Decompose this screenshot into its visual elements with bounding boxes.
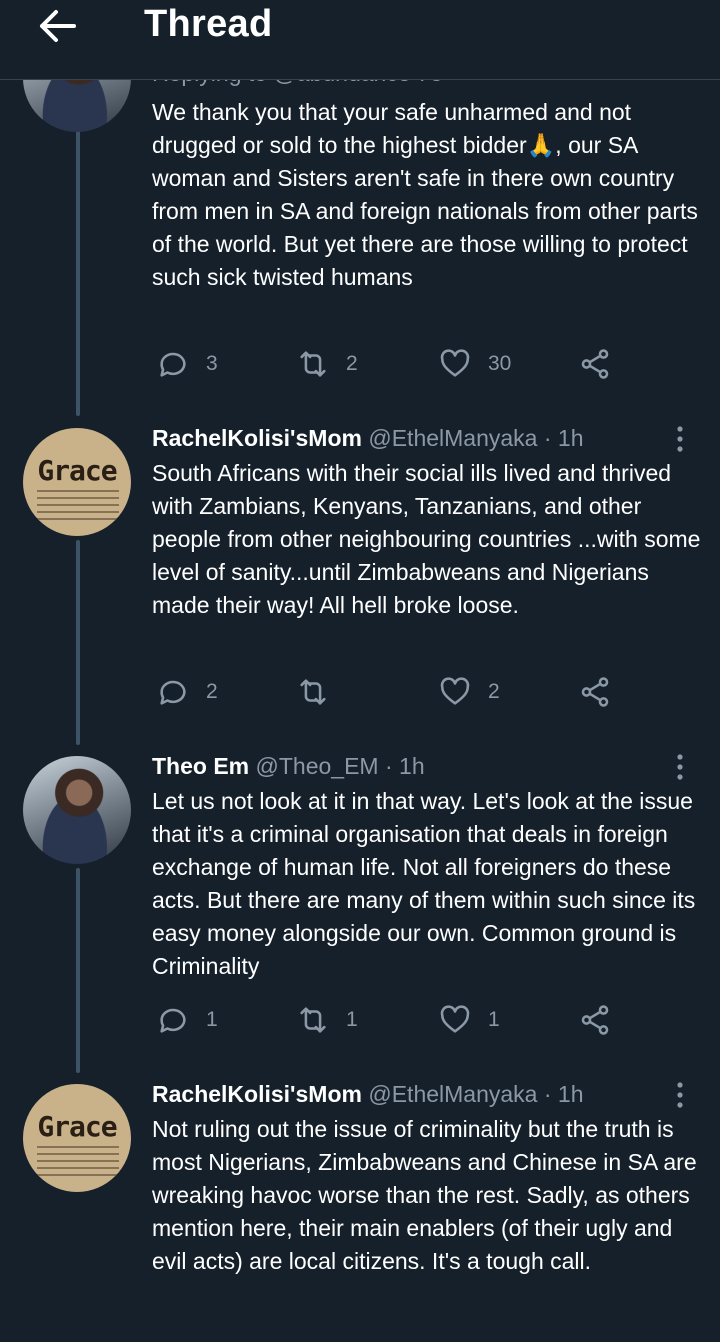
- reply-count: 1: [206, 1008, 218, 1031]
- tweet-text: Not ruling out the issue of criminality …: [152, 1116, 697, 1274]
- avatar-text: Grace: [37, 454, 117, 487]
- like-button[interactable]: 1: [438, 1002, 500, 1038]
- tweet-header: RachelKolisi'sMom @EthelManyaka · 1h: [152, 425, 584, 452]
- thread-line: [76, 540, 80, 745]
- user-handle[interactable]: @Theo_EM: [256, 753, 379, 779]
- avatar[interactable]: Grace: [23, 1084, 131, 1192]
- share-icon: [581, 1005, 609, 1035]
- display-name[interactable]: RachelKolisi'sMom: [152, 1081, 362, 1107]
- tweet-time: · 1h: [543, 1081, 584, 1107]
- retweet-count: 2: [346, 352, 358, 375]
- reply-count: 3: [206, 352, 218, 375]
- user-handle[interactable]: @EthelManyaka: [368, 1081, 537, 1107]
- more-vertical-icon[interactable]: [670, 1081, 690, 1109]
- tweet-actions: 2 2: [156, 674, 626, 710]
- tweet-actions: 3 2 30: [156, 346, 626, 382]
- like-icon: [440, 677, 470, 705]
- avatar-text: Grace: [37, 1110, 117, 1143]
- reply-icon: [160, 680, 186, 705]
- like-icon: [440, 1005, 470, 1033]
- share-button[interactable]: [578, 346, 612, 382]
- share-icon: [581, 349, 609, 379]
- tweet-time: · 1h: [543, 425, 584, 451]
- tweet-text: South Africans with their social ills li…: [152, 460, 701, 618]
- thread-line: [76, 868, 80, 1073]
- page-title: Thread: [144, 3, 273, 45]
- reply-icon: [160, 1008, 186, 1033]
- display-name[interactable]: RachelKolisi'sMom: [152, 425, 362, 451]
- scroll-edge: [0, 1336, 720, 1342]
- retweet-button[interactable]: 2: [296, 346, 358, 382]
- reply-button[interactable]: 1: [156, 1002, 218, 1038]
- top-bar: Thread: [0, 0, 720, 80]
- user-handle[interactable]: @EthelManyaka: [368, 425, 537, 451]
- more-vertical-icon[interactable]: [670, 753, 690, 781]
- like-icon: [440, 349, 470, 377]
- like-button[interactable]: 30: [438, 346, 511, 382]
- more-vertical-icon[interactable]: [670, 425, 690, 453]
- reply-count: 2: [206, 680, 218, 703]
- like-count: 30: [488, 352, 512, 375]
- retweet-icon: [300, 1007, 326, 1033]
- share-icon: [581, 677, 609, 707]
- like-button[interactable]: 2: [438, 674, 500, 710]
- tweet-actions: 1 1 1: [156, 1002, 626, 1038]
- like-count: 1: [488, 1008, 500, 1031]
- retweet-count: 1: [346, 1008, 358, 1031]
- thread-line: [76, 130, 80, 416]
- share-button[interactable]: [578, 674, 612, 710]
- retweet-button[interactable]: 1: [296, 1002, 358, 1038]
- like-count: 2: [488, 680, 500, 703]
- tweet-header: Theo Em @Theo_EM · 1h: [152, 753, 425, 780]
- reply-icon: [160, 352, 186, 377]
- reply-button[interactable]: 2: [156, 674, 218, 710]
- back-arrow-icon[interactable]: [36, 8, 78, 44]
- display-name[interactable]: Theo Em: [152, 753, 249, 779]
- retweet-button[interactable]: [296, 674, 346, 710]
- avatar[interactable]: Grace: [23, 428, 131, 536]
- avatar[interactable]: [23, 756, 131, 864]
- tweet-text: Let us not look at it in that way. Let's…: [152, 788, 696, 979]
- tweet-header: RachelKolisi'sMom @EthelManyaka · 1h: [152, 1081, 584, 1108]
- tweet-text: We thank you that your safe unharmed and…: [152, 99, 698, 290]
- tweet-time: · 1h: [384, 753, 425, 779]
- reply-button[interactable]: 3: [156, 346, 218, 382]
- share-button[interactable]: [578, 1002, 612, 1038]
- retweet-icon: [300, 679, 326, 705]
- retweet-icon: [300, 351, 326, 377]
